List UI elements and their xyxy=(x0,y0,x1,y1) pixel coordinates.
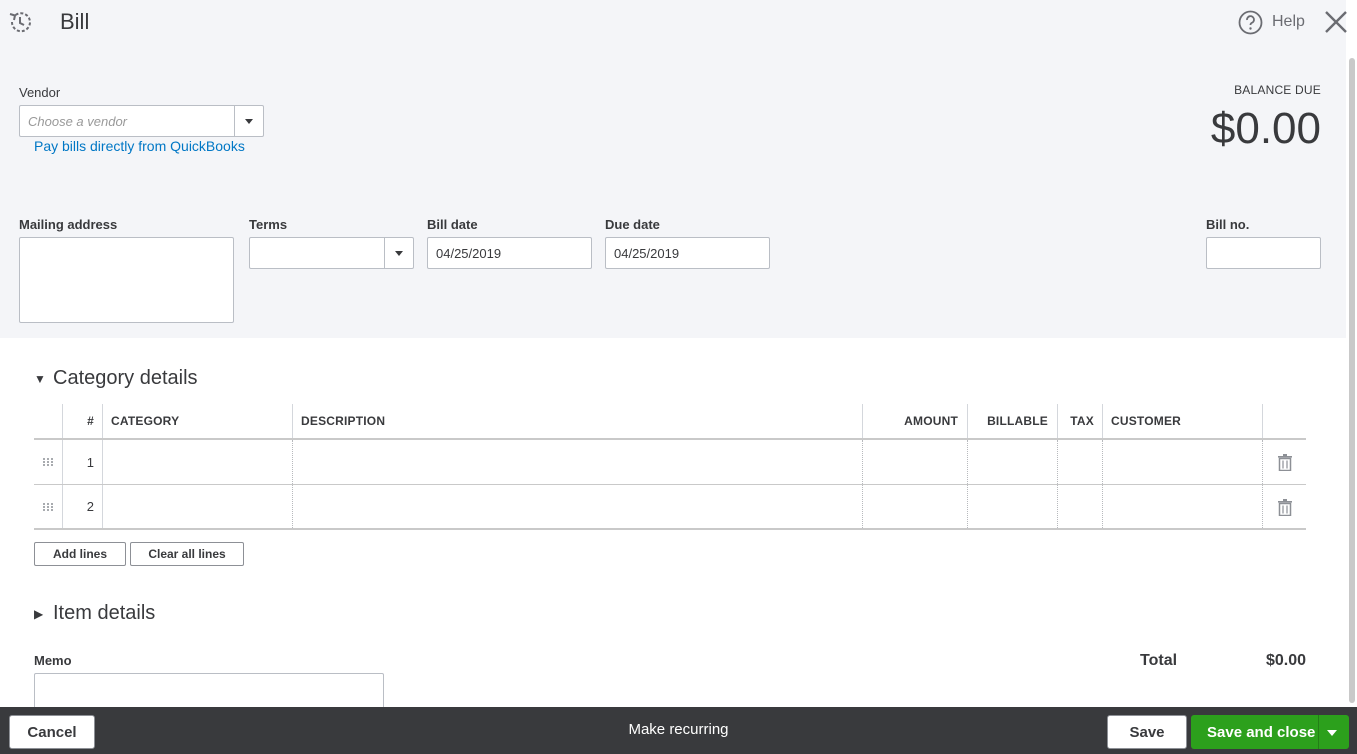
row-number: 2 xyxy=(62,485,103,528)
amount-cell[interactable] xyxy=(862,485,967,528)
col-tax: TAX xyxy=(1057,404,1103,438)
terms-dropdown-button[interactable] xyxy=(384,238,413,268)
memo-label: Memo xyxy=(34,653,72,668)
table-row[interactable]: 1 xyxy=(34,440,1306,485)
bill-date-label: Bill date xyxy=(427,217,478,232)
caret-down-icon: ▼ xyxy=(34,371,46,386)
description-cell[interactable] xyxy=(292,485,862,528)
mailing-address-field[interactable] xyxy=(19,237,234,323)
total-label: Total xyxy=(1140,652,1178,669)
col-description: DESCRIPTION xyxy=(292,404,862,438)
bill-no-field[interactable] xyxy=(1206,237,1321,269)
balance-due-label: BALANCE DUE xyxy=(1234,83,1321,97)
col-billable: BILLABLE xyxy=(967,404,1057,438)
save-and-close-button[interactable]: Save and close xyxy=(1191,715,1349,749)
col-number: # xyxy=(62,404,103,438)
scrollbar-thumb[interactable] xyxy=(1349,58,1355,703)
category-details-toggle[interactable]: ▼ Category details xyxy=(34,367,198,390)
description-cell[interactable] xyxy=(292,440,862,484)
col-customer: CUSTOMER xyxy=(1102,404,1262,438)
customer-cell[interactable] xyxy=(1102,485,1262,528)
button-divider xyxy=(1318,715,1319,749)
vendor-label: Vendor xyxy=(19,85,61,100)
recent-transactions-icon[interactable] xyxy=(7,9,33,35)
table-row[interactable]: 2 xyxy=(34,485,1306,530)
save-button[interactable]: Save xyxy=(1107,715,1187,749)
mailing-address-label: Mailing address xyxy=(19,217,118,232)
add-lines-button[interactable]: Add lines xyxy=(34,542,126,566)
total-value: $0.00 xyxy=(1265,652,1306,669)
chevron-down-icon xyxy=(245,118,253,124)
pay-bills-link[interactable]: Pay bills directly from QuickBooks xyxy=(34,138,245,154)
clear-all-lines-button[interactable]: Clear all lines xyxy=(130,542,244,566)
help-icon[interactable] xyxy=(1238,10,1263,35)
drag-handle-icon[interactable] xyxy=(42,502,54,512)
item-details-title: Item details xyxy=(53,602,156,624)
trash-icon[interactable] xyxy=(1278,499,1292,516)
page-title: Bill xyxy=(60,9,90,34)
bill-date-value: 04/25/2019 xyxy=(436,245,502,261)
billable-cell[interactable] xyxy=(967,440,1057,484)
tax-cell[interactable] xyxy=(1057,440,1103,484)
category-cell[interactable] xyxy=(102,440,292,484)
row-number: 1 xyxy=(62,440,103,484)
vendor-select[interactable]: Choose a vendor xyxy=(19,105,264,137)
footer-bar: Cancel Make recurring Save Save and clos… xyxy=(0,707,1357,754)
chevron-down-icon[interactable] xyxy=(1327,730,1337,736)
item-details-toggle[interactable]: ▶ Item details xyxy=(34,602,155,625)
vendor-placeholder: Choose a vendor xyxy=(28,113,128,129)
vendor-dropdown-button[interactable] xyxy=(234,106,263,136)
due-date-label: Due date xyxy=(605,217,660,232)
billable-cell[interactable] xyxy=(967,485,1057,528)
save-and-close-label: Save and close xyxy=(1207,723,1316,741)
due-date-value: 04/25/2019 xyxy=(614,245,680,261)
drag-handle-icon[interactable] xyxy=(42,457,54,467)
terms-select[interactable] xyxy=(249,237,414,269)
balance-due-amount: $0.00 xyxy=(1210,104,1321,153)
customer-cell[interactable] xyxy=(1102,440,1262,484)
col-category: CATEGORY xyxy=(102,404,292,438)
caret-right-icon: ▶ xyxy=(34,606,44,621)
chevron-down-icon xyxy=(395,250,403,256)
category-table: # CATEGORY DESCRIPTION AMOUNT BILLABLE T… xyxy=(34,404,1306,530)
amount-cell[interactable] xyxy=(862,440,967,484)
col-actions xyxy=(1262,404,1306,438)
help-link[interactable]: Help xyxy=(1272,13,1305,31)
scrollbar[interactable] xyxy=(1346,0,1357,707)
trash-icon[interactable] xyxy=(1278,454,1292,471)
bill-no-label: Bill no. xyxy=(1206,217,1250,232)
category-details-title: Category details xyxy=(53,367,198,389)
due-date-field[interactable]: 04/25/2019 xyxy=(605,237,770,269)
col-amount: AMOUNT xyxy=(862,404,967,438)
close-icon[interactable] xyxy=(1323,9,1349,35)
table-header: # CATEGORY DESCRIPTION AMOUNT BILLABLE T… xyxy=(34,404,1306,440)
bill-date-field[interactable]: 04/25/2019 xyxy=(427,237,592,269)
category-cell[interactable] xyxy=(102,485,292,528)
terms-label: Terms xyxy=(249,217,288,232)
tax-cell[interactable] xyxy=(1057,485,1103,528)
